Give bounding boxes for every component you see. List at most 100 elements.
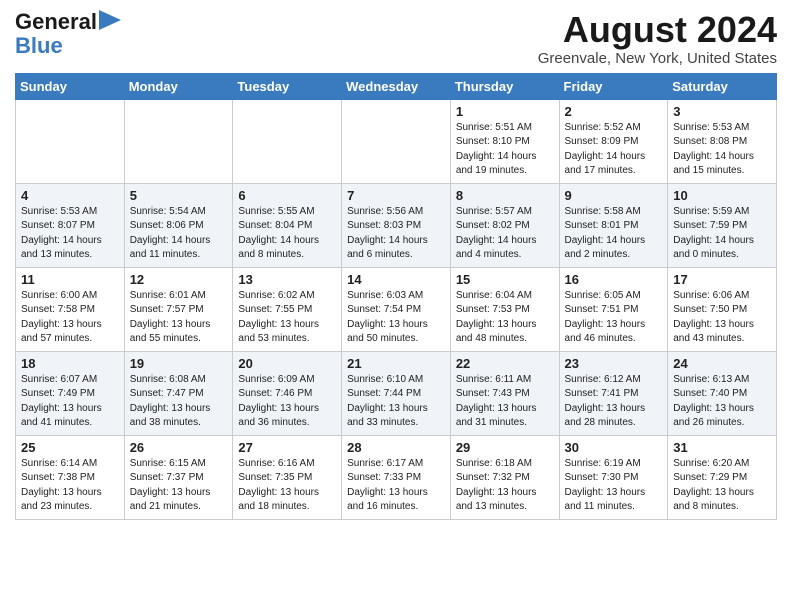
calendar-week-row: 18Sunrise: 6:07 AM Sunset: 7:49 PM Dayli…: [16, 351, 777, 435]
day-number: 21: [347, 356, 445, 371]
title-block: August 2024 Greenvale, New York, United …: [538, 10, 777, 67]
calendar-cell: 12 Sunrise: 6:01 AM Sunset: 7:57 PM Dayli…: [124, 267, 233, 351]
calendar-cell: 25 Sunrise: 6:14 AM Sunset: 7:38 PM Dayli…: [16, 435, 125, 519]
day-number: 22: [456, 356, 554, 371]
day-info: Sunrise: 6:07 AM Sunset: 7:49 PM Dayligh…: [21, 373, 119, 431]
day-info: Sunrise: 5:57 AM Sunset: 8:02 PM Dayligh…: [456, 205, 554, 263]
day-number: 1: [456, 104, 554, 119]
day-number: 9: [565, 188, 663, 203]
day-info: Sunrise: 6:16 AM Sunset: 7:35 PM Dayligh…: [238, 457, 336, 515]
calendar-cell: 23 Sunrise: 6:12 AM Sunset: 7:41 PM Dayli…: [559, 351, 668, 435]
weekday-header-row: SundayMondayTuesdayWednesdayThursdayFrid…: [16, 73, 777, 99]
calendar-week-row: 1 Sunrise: 5:51 AM Sunset: 8:10 PM Daylig…: [16, 99, 777, 183]
calendar-cell: [16, 99, 125, 183]
day-number: 24: [673, 356, 771, 371]
day-info: Sunrise: 6:05 AM Sunset: 7:51 PM Dayligh…: [565, 289, 663, 347]
calendar-table: SundayMondayTuesdayWednesdayThursdayFrid…: [15, 73, 777, 520]
day-number: 27: [238, 440, 336, 455]
day-number: 31: [673, 440, 771, 455]
day-number: 8: [456, 188, 554, 203]
weekday-header-tuesday: Tuesday: [233, 73, 342, 99]
day-number: 25: [21, 440, 119, 455]
day-info: Sunrise: 5:56 AM Sunset: 8:03 PM Dayligh…: [347, 205, 445, 263]
day-number: 6: [238, 188, 336, 203]
day-number: 10: [673, 188, 771, 203]
location-subtitle: Greenvale, New York, United States: [538, 50, 777, 67]
day-info: Sunrise: 5:55 AM Sunset: 8:04 PM Dayligh…: [238, 205, 336, 263]
day-info: Sunrise: 6:13 AM Sunset: 7:40 PM Dayligh…: [673, 373, 771, 431]
day-number: 2: [565, 104, 663, 119]
calendar-cell: 27 Sunrise: 6:16 AM Sunset: 7:35 PM Dayli…: [233, 435, 342, 519]
day-info: Sunrise: 6:19 AM Sunset: 7:30 PM Dayligh…: [565, 457, 663, 515]
day-number: 12: [130, 272, 228, 287]
calendar-cell: 6 Sunrise: 5:55 AM Sunset: 8:04 PM Daylig…: [233, 183, 342, 267]
page-header: General Blue August 2024 Greenvale, New …: [15, 10, 777, 67]
logo-arrow-icon: [99, 10, 121, 30]
day-number: 15: [456, 272, 554, 287]
month-year-title: August 2024: [538, 10, 777, 50]
day-info: Sunrise: 6:02 AM Sunset: 7:55 PM Dayligh…: [238, 289, 336, 347]
calendar-week-row: 4Sunrise: 5:53 AM Sunset: 8:07 PM Daylig…: [16, 183, 777, 267]
calendar-cell: 16Sunrise: 6:05 AM Sunset: 7:51 PM Dayli…: [559, 267, 668, 351]
day-number: 28: [347, 440, 445, 455]
calendar-cell: [124, 99, 233, 183]
day-info: Sunrise: 6:06 AM Sunset: 7:50 PM Dayligh…: [673, 289, 771, 347]
day-number: 26: [130, 440, 228, 455]
day-info: Sunrise: 6:03 AM Sunset: 7:54 PM Dayligh…: [347, 289, 445, 347]
calendar-cell: [342, 99, 451, 183]
calendar-cell: 29 Sunrise: 6:18 AM Sunset: 7:32 PM Dayli…: [450, 435, 559, 519]
day-number: 20: [238, 356, 336, 371]
day-number: 29: [456, 440, 554, 455]
weekday-header-friday: Friday: [559, 73, 668, 99]
logo-general: General: [15, 10, 97, 34]
calendar-cell: 20Sunrise: 6:09 AM Sunset: 7:46 PM Dayli…: [233, 351, 342, 435]
calendar-cell: 19Sunrise: 6:08 AM Sunset: 7:47 PM Dayli…: [124, 351, 233, 435]
weekday-header-wednesday: Wednesday: [342, 73, 451, 99]
calendar-cell: 18Sunrise: 6:07 AM Sunset: 7:49 PM Dayli…: [16, 351, 125, 435]
weekday-header-sunday: Sunday: [16, 73, 125, 99]
day-info: Sunrise: 5:51 AM Sunset: 8:10 PM Dayligh…: [456, 121, 554, 179]
day-info: Sunrise: 6:10 AM Sunset: 7:44 PM Dayligh…: [347, 373, 445, 431]
day-info: Sunrise: 6:01 AM Sunset: 7:57 PM Dayligh…: [130, 289, 228, 347]
calendar-week-row: 25 Sunrise: 6:14 AM Sunset: 7:38 PM Dayli…: [16, 435, 777, 519]
day-info: Sunrise: 6:04 AM Sunset: 7:53 PM Dayligh…: [456, 289, 554, 347]
calendar-cell: 7 Sunrise: 5:56 AM Sunset: 8:03 PM Daylig…: [342, 183, 451, 267]
day-info: Sunrise: 6:11 AM Sunset: 7:43 PM Dayligh…: [456, 373, 554, 431]
day-number: 30: [565, 440, 663, 455]
calendar-cell: 1 Sunrise: 5:51 AM Sunset: 8:10 PM Daylig…: [450, 99, 559, 183]
calendar-cell: 31 Sunrise: 6:20 AM Sunset: 7:29 PM Dayli…: [668, 435, 777, 519]
day-info: Sunrise: 5:53 AM Sunset: 8:08 PM Dayligh…: [673, 121, 771, 179]
day-number: 23: [565, 356, 663, 371]
day-info: Sunrise: 5:59 AM Sunset: 7:59 PM Dayligh…: [673, 205, 771, 263]
logo-blue: Blue: [15, 34, 121, 58]
day-number: 13: [238, 272, 336, 287]
day-info: Sunrise: 5:54 AM Sunset: 8:06 PM Dayligh…: [130, 205, 228, 263]
calendar-cell: 10 Sunrise: 5:59 AM Sunset: 7:59 PM Dayli…: [668, 183, 777, 267]
day-number: 17: [673, 272, 771, 287]
calendar-cell: 17 Sunrise: 6:06 AM Sunset: 7:50 PM Dayli…: [668, 267, 777, 351]
day-info: Sunrise: 6:08 AM Sunset: 7:47 PM Dayligh…: [130, 373, 228, 431]
day-info: Sunrise: 5:58 AM Sunset: 8:01 PM Dayligh…: [565, 205, 663, 263]
day-info: Sunrise: 6:12 AM Sunset: 7:41 PM Dayligh…: [565, 373, 663, 431]
day-number: 11: [21, 272, 119, 287]
calendar-cell: 21 Sunrise: 6:10 AM Sunset: 7:44 PM Dayli…: [342, 351, 451, 435]
day-info: Sunrise: 6:15 AM Sunset: 7:37 PM Dayligh…: [130, 457, 228, 515]
day-info: Sunrise: 6:14 AM Sunset: 7:38 PM Dayligh…: [21, 457, 119, 515]
day-number: 5: [130, 188, 228, 203]
day-info: Sunrise: 6:00 AM Sunset: 7:58 PM Dayligh…: [21, 289, 119, 347]
calendar-cell: 14 Sunrise: 6:03 AM Sunset: 7:54 PM Dayli…: [342, 267, 451, 351]
calendar-cell: 22 Sunrise: 6:11 AM Sunset: 7:43 PM Dayli…: [450, 351, 559, 435]
day-number: 14: [347, 272, 445, 287]
calendar-cell: 30 Sunrise: 6:19 AM Sunset: 7:30 PM Dayli…: [559, 435, 668, 519]
calendar-cell: 4Sunrise: 5:53 AM Sunset: 8:07 PM Daylig…: [16, 183, 125, 267]
calendar-cell: 26 Sunrise: 6:15 AM Sunset: 7:37 PM Dayli…: [124, 435, 233, 519]
day-number: 7: [347, 188, 445, 203]
calendar-cell: 8 Sunrise: 5:57 AM Sunset: 8:02 PM Daylig…: [450, 183, 559, 267]
day-info: Sunrise: 6:20 AM Sunset: 7:29 PM Dayligh…: [673, 457, 771, 515]
day-info: Sunrise: 5:53 AM Sunset: 8:07 PM Dayligh…: [21, 205, 119, 263]
calendar-cell: 15 Sunrise: 6:04 AM Sunset: 7:53 PM Dayli…: [450, 267, 559, 351]
weekday-header-thursday: Thursday: [450, 73, 559, 99]
calendar-cell: 24 Sunrise: 6:13 AM Sunset: 7:40 PM Dayli…: [668, 351, 777, 435]
day-number: 3: [673, 104, 771, 119]
day-info: Sunrise: 6:18 AM Sunset: 7:32 PM Dayligh…: [456, 457, 554, 515]
